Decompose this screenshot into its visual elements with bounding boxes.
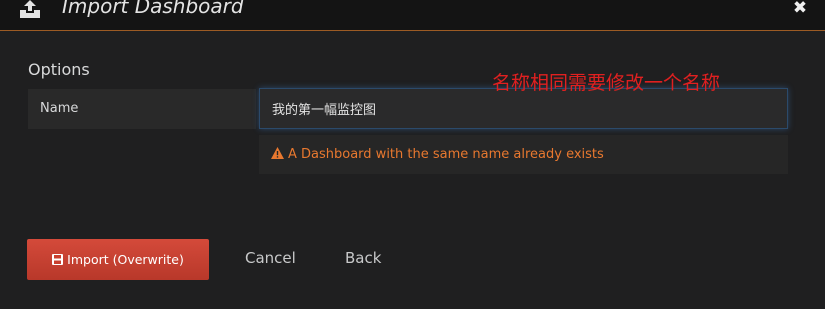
modal-title: Import Dashboard [62, 0, 244, 18]
import-overwrite-button[interactable]: Import (Overwrite) [27, 239, 209, 280]
back-button[interactable]: Back [345, 249, 381, 267]
name-exists-warning: A Dashboard with the same name already e… [259, 135, 788, 174]
cancel-button[interactable]: Cancel [245, 249, 296, 267]
warning-icon [271, 136, 284, 159]
options-section-title: Options [28, 60, 90, 79]
import-button-label: Import (Overwrite) [67, 252, 184, 267]
annotation-text: 名称相同需要修改一个名称 [492, 72, 721, 94]
name-field-label: Name [28, 89, 256, 129]
modal-header: Import Dashboard ✖ [0, 0, 825, 31]
close-icon[interactable]: ✖ [791, 0, 809, 17]
save-icon [52, 240, 64, 265]
warning-text: A Dashboard with the same name already e… [288, 147, 604, 162]
upload-icon [18, 0, 42, 18]
